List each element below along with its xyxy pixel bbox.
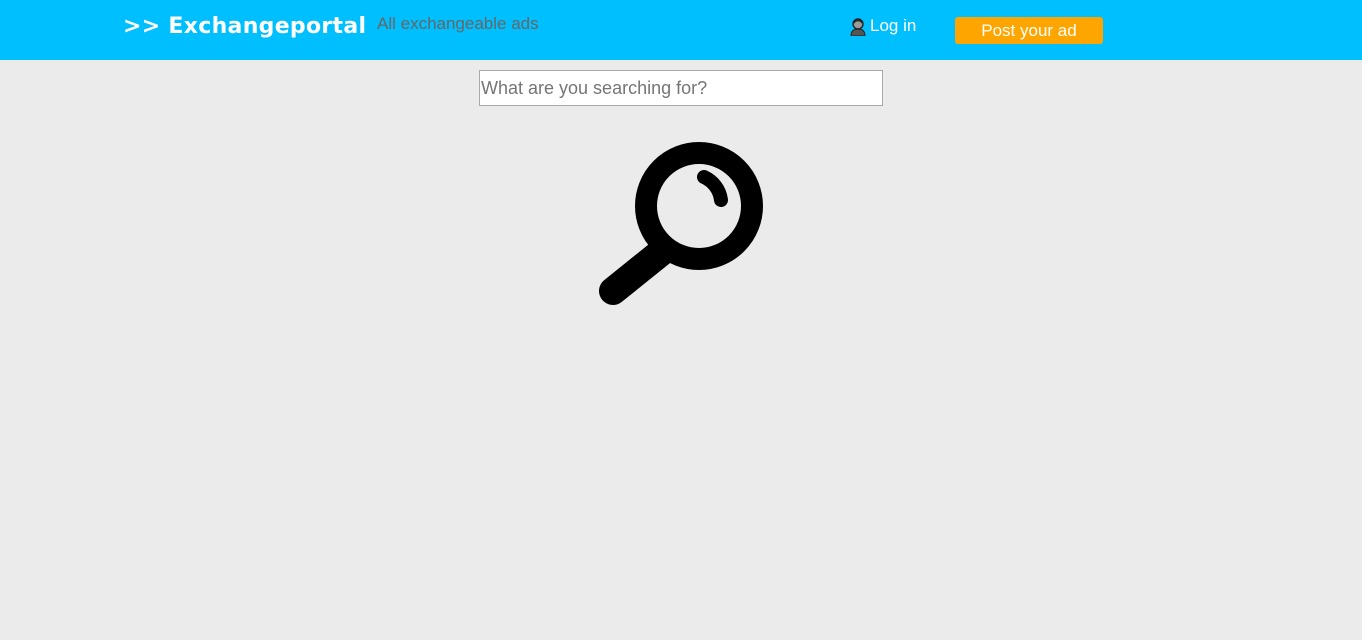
user-icon [849, 17, 867, 36]
site-logo[interactable]: >> Exchangeportal [123, 14, 366, 39]
top-header: >> Exchangeportal All exchangeable ads L… [0, 0, 1362, 60]
post-ad-button[interactable]: Post your ad [955, 17, 1103, 44]
search-icon[interactable] [598, 142, 764, 306]
search-input[interactable] [479, 70, 883, 106]
login-link[interactable]: Log in [849, 16, 916, 36]
nav-link-all-ads[interactable]: All exchangeable ads [377, 14, 539, 34]
login-label: Log in [870, 16, 917, 35]
